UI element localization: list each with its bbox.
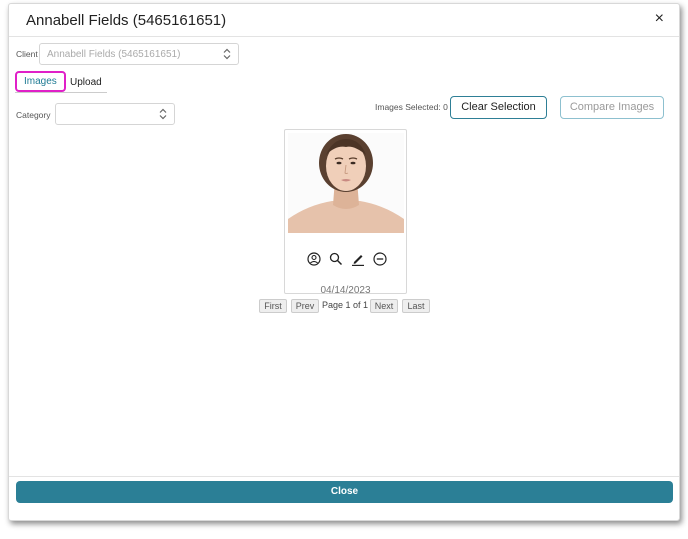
image-card[interactable]: 04/14/2023 <box>284 129 407 296</box>
next-page-button[interactable]: Next <box>370 299 398 313</box>
chevron-updown-icon <box>159 108 167 120</box>
image-date: 04/14/2023 <box>320 285 371 296</box>
prev-page-button[interactable]: Prev <box>291 299 319 313</box>
client-select[interactable]: Annabell Fields (5465161651) <box>39 43 239 65</box>
pagination: First Prev Page 1 of 1 Next Last <box>9 299 679 313</box>
category-label: Category <box>16 110 51 120</box>
pencil-icon[interactable] <box>351 252 365 266</box>
images-selected-count: 0 <box>443 102 448 112</box>
tab-images[interactable]: Images <box>15 71 66 92</box>
page-indicator: Page 1 of 1 <box>322 300 369 310</box>
modal-dialog: Annabell Fields (5465161651) × Client An… <box>8 3 680 521</box>
portrait-photo[interactable] <box>288 133 404 233</box>
images-selected-label: Images Selected: <box>375 102 441 112</box>
compare-images-button[interactable]: Compare Images <box>560 96 664 119</box>
modal-title: Annabell Fields (5465161651) <box>26 12 227 29</box>
clear-selection-button[interactable]: Clear Selection <box>450 96 547 119</box>
modal-header: Annabell Fields (5465161651) × <box>9 4 679 37</box>
tab-upload[interactable]: Upload <box>62 73 110 92</box>
close-button[interactable]: Close <box>16 481 673 503</box>
close-icon[interactable]: × <box>655 11 664 27</box>
user-circle-icon[interactable] <box>307 252 321 266</box>
client-select-value: Annabell Fields (5465161651) <box>47 49 181 60</box>
category-select[interactable] <box>55 103 175 125</box>
tab-divider <box>15 92 107 93</box>
last-page-button[interactable]: Last <box>402 299 430 313</box>
client-label: Client <box>16 49 38 59</box>
chevron-updown-icon <box>223 48 231 60</box>
first-page-button[interactable]: First <box>259 299 287 313</box>
images-selected-text: Images Selected: 0 <box>375 102 448 112</box>
footer-divider <box>9 476 679 477</box>
search-icon[interactable] <box>329 252 343 266</box>
minus-circle-icon[interactable] <box>373 252 387 266</box>
